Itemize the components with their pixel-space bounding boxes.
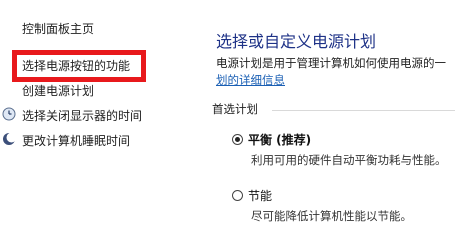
page-title: 选择或自定义电源计划	[216, 32, 377, 51]
balanced-plan-radio[interactable]	[232, 134, 243, 145]
power-saver-plan-radio[interactable]	[232, 190, 243, 201]
power-saver-plan-label[interactable]: 节能	[248, 187, 272, 204]
red-highlight-box	[12, 50, 146, 82]
sidebar-item-display-off-time[interactable]: 选择关闭显示器的时间	[22, 107, 142, 124]
sidebar-item-create-power-plan[interactable]: 创建电源计划	[22, 82, 94, 99]
sidebar-home-link[interactable]: 控制面板主页	[22, 20, 94, 37]
group-divider	[272, 110, 455, 111]
balanced-plan-label[interactable]: 平衡 (推荐)	[248, 131, 311, 148]
monitor-clock-icon	[2, 106, 16, 125]
sidebar-item-sleep-time[interactable]: 更改计算机睡眠时间	[22, 132, 130, 149]
power-saver-plan-description: 尽可能降低计算机性能以节能。	[251, 209, 412, 223]
power-options-window: 控制面板主页 选择电源按钮的功能 创建电源计划 选择关闭显示器的时间 更改计算机…	[0, 0, 455, 240]
balanced-plan-description: 利用可用的硬件自动平衡功耗与性能。	[251, 153, 447, 167]
radio-selected-dot	[235, 137, 240, 142]
description-text: 电源计划是用于管理计算机如何使用电源的一	[216, 56, 446, 70]
plan-details-link[interactable]: 划的详细信息	[216, 72, 285, 88]
moon-sleep-icon	[2, 131, 17, 150]
preferred-plans-label: 首选计划	[212, 102, 258, 116]
